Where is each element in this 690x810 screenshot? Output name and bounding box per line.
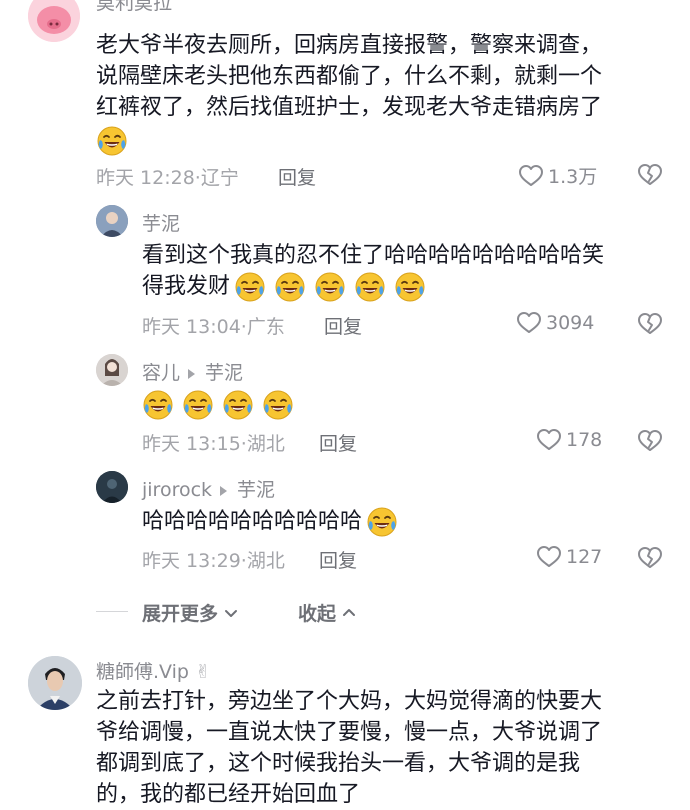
- expand-more-button[interactable]: 展开更多: [142, 599, 240, 626]
- comment-author-name[interactable]: 糖師傅.Vip: [96, 661, 189, 683]
- collapse-label: 收起: [298, 603, 337, 625]
- comment-time-location: 昨天 12:28·辽宁: [96, 167, 239, 189]
- laugh-cry-emoji: [222, 389, 254, 421]
- reply-time: 昨天 13:15: [142, 433, 241, 455]
- person-avatar-icon: [96, 471, 128, 503]
- broken-heart-icon: [637, 546, 663, 570]
- laugh-cry-emoji: [182, 389, 214, 421]
- dislike-button[interactable]: [637, 546, 663, 570]
- person-avatar-icon: [96, 205, 128, 237]
- broken-heart-icon: [637, 312, 663, 336]
- broken-heart-icon: [637, 163, 663, 187]
- person-avatar-icon: [96, 354, 128, 386]
- comment-location: 辽宁: [200, 167, 239, 189]
- like-count: 127: [566, 546, 603, 568]
- thread-divider: [96, 611, 128, 612]
- reply-text: 看到这个我真的忍不住了哈哈哈哈哈哈哈哈哈笑 得我发财: [142, 240, 662, 303]
- like-count: 178: [566, 429, 603, 451]
- reply-to-name[interactable]: 芋泥: [205, 362, 243, 384]
- heart-outline-icon: [516, 311, 542, 335]
- author-badge: ✌: [195, 661, 211, 683]
- comment-text-line: 之前去打针，旁边坐了个大妈，大妈觉得滴的快要大: [96, 689, 603, 714]
- reply-author-name[interactable]: 容儿: [142, 362, 180, 384]
- heart-outline-icon: [536, 428, 562, 452]
- broken-heart-icon: [637, 429, 663, 453]
- emoji-group: [234, 272, 434, 302]
- laugh-cry-emoji: [96, 125, 128, 157]
- reply-button[interactable]: 回复: [319, 546, 357, 573]
- avatar[interactable]: [96, 471, 128, 503]
- expand-more-label: 展开更多: [142, 603, 219, 625]
- reply-location: 广东: [246, 316, 285, 338]
- reply-time-location: 昨天 13:15·湖北: [142, 433, 285, 455]
- like-count: 1.3万: [548, 166, 598, 188]
- comment-author: 糖師傅.Vip ✌: [96, 657, 211, 684]
- reply-text: [142, 389, 302, 421]
- reply-author: jirorock 芋泥: [142, 475, 275, 502]
- like-button[interactable]: 127: [536, 545, 602, 569]
- reply-text-line: 哈哈哈哈哈哈哈哈哈哈: [142, 509, 363, 534]
- chevron-down-icon: [225, 609, 238, 617]
- laugh-cry-emoji: [366, 506, 398, 538]
- collapse-button[interactable]: 收起: [298, 599, 358, 626]
- avatar[interactable]: [96, 205, 128, 237]
- reply-time-location: 昨天 13:29·湖北: [142, 550, 285, 572]
- reply-text-line: 看到这个我真的忍不住了哈哈哈哈哈哈哈哈哈笑: [142, 243, 605, 268]
- reply-button[interactable]: 回复: [324, 312, 362, 339]
- pig-avatar-icon: [28, 0, 80, 42]
- reply-location: 湖北: [246, 433, 285, 455]
- reply-button[interactable]: 回复: [278, 163, 316, 190]
- person-avatar-icon: [28, 656, 82, 710]
- comment-text-line: 都调到底了，这个时候我抬头一看，大爷调的是我: [96, 751, 581, 776]
- laugh-cry-emoji: [314, 271, 346, 303]
- laugh-cry-emoji: [234, 271, 266, 303]
- reply-text: 哈哈哈哈哈哈哈哈哈哈: [142, 506, 406, 538]
- heart-outline-icon: [518, 164, 544, 188]
- heart-outline-icon: [536, 545, 562, 569]
- comment-text: 老大爷半夜去厕所，回病房直接报警，警察来调查， 说隔壁床老头把他东西都偷了，什么…: [96, 30, 666, 157]
- laugh-cry-emoji: [262, 389, 294, 421]
- reply-author-name[interactable]: jirorock: [142, 479, 212, 501]
- reply-author: 容儿 芋泥: [142, 358, 243, 385]
- avatar[interactable]: [96, 354, 128, 386]
- comment-text-line: 的，我的都已经开始回血了: [96, 782, 361, 807]
- laugh-cry-emoji: [142, 389, 174, 421]
- dislike-button[interactable]: [637, 163, 663, 187]
- laugh-cry-emoji: [274, 271, 306, 303]
- dislike-button[interactable]: [637, 312, 663, 336]
- reply-to-name[interactable]: 芋泥: [237, 479, 275, 501]
- comment-time: 昨天 12:28: [96, 167, 195, 189]
- comment-text-line: 爷给调慢，一直说太快了要慢，慢一点，大爷说调了: [96, 720, 603, 745]
- like-button[interactable]: 178: [536, 428, 602, 452]
- comment-text-line: 老大爷半夜去厕所，回病房直接报警，警察来调查，: [96, 33, 603, 58]
- chevron-up-icon: [343, 608, 356, 616]
- comment-text-line: 说隔壁床老头把他东西都偷了，什么不剩，就剩一个: [96, 64, 603, 89]
- reply-button[interactable]: 回复: [319, 429, 357, 456]
- reply-time-location: 昨天 13:04·广东: [142, 316, 285, 338]
- avatar[interactable]: [28, 0, 80, 42]
- reply-time: 昨天 13:29: [142, 550, 241, 572]
- emoji-group: [366, 507, 406, 537]
- comment-text-line: 红裤衩了，然后找值班护士，发现老大爷走错病房了: [96, 95, 603, 120]
- laugh-cry-emoji: [354, 271, 386, 303]
- dislike-button[interactable]: [637, 429, 663, 453]
- like-button[interactable]: 3094: [516, 311, 594, 335]
- reply-time: 昨天 13:04: [142, 316, 241, 338]
- like-button[interactable]: 1.3万: [518, 162, 597, 189]
- reply-location: 湖北: [246, 550, 285, 572]
- reply-to-arrow-icon: [220, 485, 228, 496]
- like-count: 3094: [546, 312, 595, 334]
- avatar[interactable]: [28, 656, 82, 710]
- emoji-group: [142, 390, 302, 420]
- comment-author[interactable]: 莫利莫拉: [96, 0, 172, 15]
- reply-author[interactable]: 芋泥: [142, 209, 180, 236]
- reply-text-line: 得我发财: [142, 271, 662, 303]
- comment-text: 之前去打针，旁边坐了个大妈，大妈觉得滴的快要大 爷给调慢，一直说太快了要慢，慢一…: [96, 686, 666, 810]
- laugh-cry-emoji: [394, 271, 426, 303]
- reply-to-arrow-icon: [188, 368, 196, 379]
